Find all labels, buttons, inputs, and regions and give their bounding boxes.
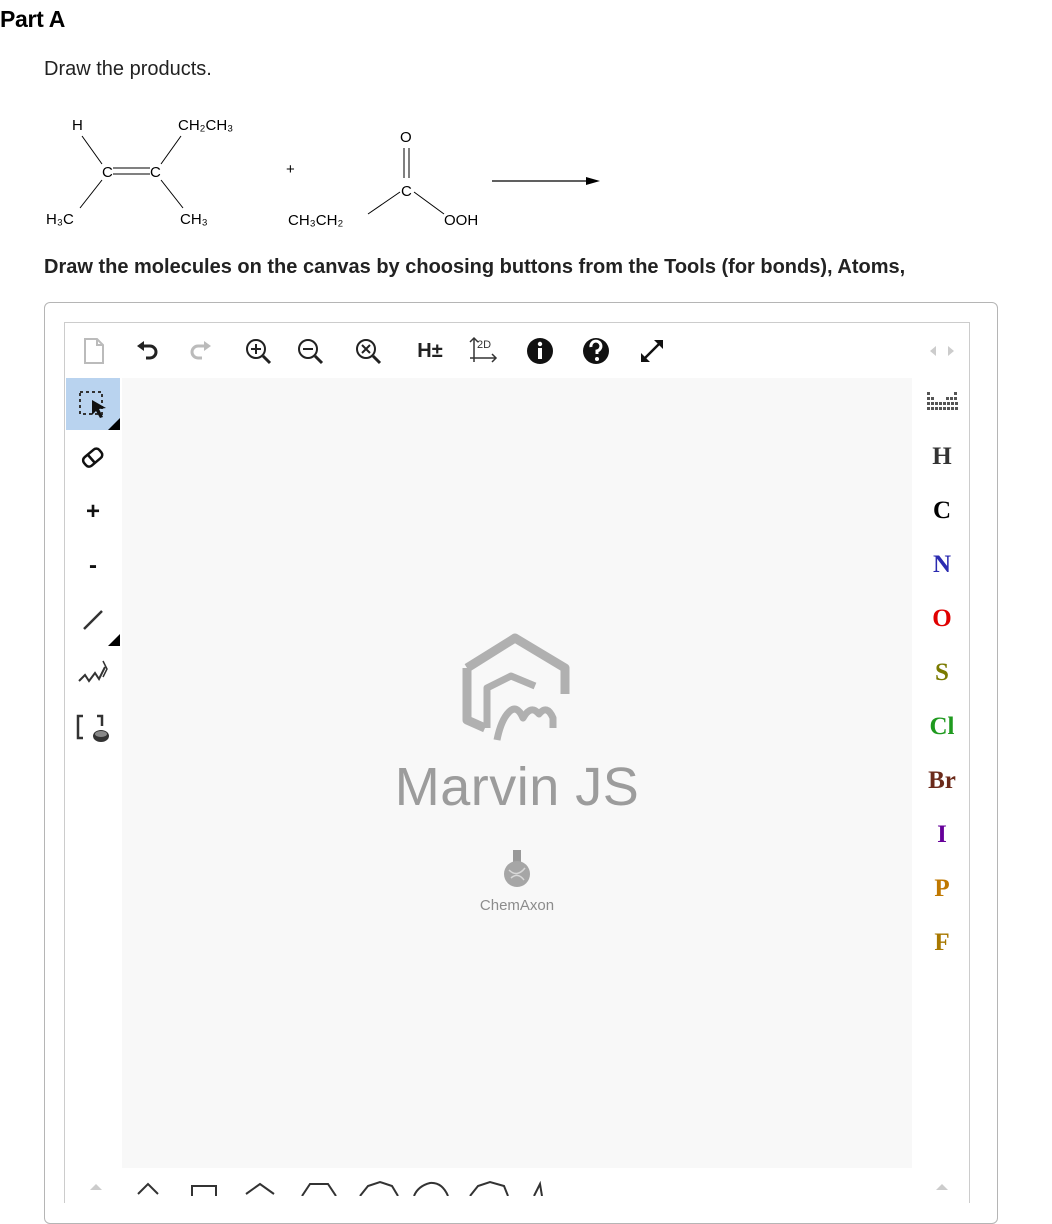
redo-icon xyxy=(190,341,211,360)
marvin-watermark: Marvin JS ChemAxon xyxy=(122,378,912,1168)
cyclooctane-icon xyxy=(469,1180,509,1196)
zoom-in-icon xyxy=(246,339,272,365)
cyclohexane-icon xyxy=(301,1183,337,1196)
acid-c: C xyxy=(401,183,412,200)
atom-button-h[interactable]: H xyxy=(914,430,970,484)
clean-2d-icon: 2D xyxy=(469,336,498,363)
rectangle-select-icon xyxy=(79,391,106,418)
cyclopropane-icon xyxy=(137,1182,159,1195)
cyclobutane-icon xyxy=(191,1185,217,1196)
zoom-reset-icon xyxy=(356,339,382,365)
undo-button[interactable] xyxy=(128,328,168,374)
periodic-table-button[interactable] xyxy=(914,380,970,420)
zoom-out-button[interactable] xyxy=(290,328,330,374)
charge-plus-label: + xyxy=(85,498,100,525)
bracket-icon xyxy=(76,714,109,742)
scroll-left-icon xyxy=(90,1184,102,1190)
select-tool-button[interactable] xyxy=(66,378,120,430)
alkene-h3c: H₃C xyxy=(46,211,74,228)
fullscreen-button[interactable] xyxy=(632,328,672,374)
atom-button-p[interactable]: P xyxy=(914,862,970,916)
charge-minus-label: - xyxy=(89,552,97,579)
naphthalene-icon xyxy=(533,1180,543,1196)
undo-icon xyxy=(137,341,158,360)
hydrogen-toggle-label: H± xyxy=(417,339,443,362)
instructions: Draw the molecules on the canvas by choo… xyxy=(44,256,906,278)
hydrogen-toggle-button[interactable]: H± xyxy=(410,328,450,374)
new-document-icon xyxy=(84,338,104,364)
cyclopentane-icon xyxy=(245,1182,275,1195)
charge-plus-button[interactable]: + xyxy=(66,486,120,538)
alkene-h: H xyxy=(72,117,83,134)
submenu-indicator-icon xyxy=(108,634,120,646)
acid-ch3ch2: CH₃CH₂ xyxy=(288,212,343,229)
atom-button-i[interactable]: I xyxy=(914,808,970,862)
atom-button-n[interactable]: N xyxy=(914,538,970,592)
alkene-c-left: C xyxy=(102,164,113,181)
scroll-right-icon xyxy=(936,1184,948,1190)
zoom-in-button[interactable] xyxy=(238,328,278,374)
clean-2d-button[interactable]: 2D xyxy=(464,328,504,374)
chemaxon-flask-icon xyxy=(504,850,530,887)
eraser-icon xyxy=(81,447,104,468)
drawing-canvas[interactable]: Marvin JS ChemAxon xyxy=(122,378,912,1168)
submenu-indicator-icon xyxy=(108,418,120,430)
charge-minus-button[interactable]: - xyxy=(66,540,120,592)
top-toolbar: H± 2D xyxy=(66,328,966,374)
atom-button-cl[interactable]: Cl xyxy=(914,700,970,754)
cycloheptane-icon xyxy=(413,1181,449,1196)
single-bond-button[interactable] xyxy=(66,594,120,646)
watermark-title: Marvin JS xyxy=(394,757,640,817)
atom-button-f[interactable]: F xyxy=(914,916,970,970)
svg-text:2D: 2D xyxy=(477,339,491,351)
question-prompt: Draw the products. xyxy=(44,58,212,80)
alkene-ch2ch3: CH₂CH₃ xyxy=(178,117,233,134)
chain-icon xyxy=(78,660,108,683)
bottom-template-toolbar xyxy=(90,1180,948,1196)
new-document-button[interactable] xyxy=(74,328,114,374)
bracket-tool-button[interactable] xyxy=(66,702,120,754)
alkene-c-right: C xyxy=(150,164,161,181)
fullscreen-icon xyxy=(641,340,663,362)
redo-button[interactable] xyxy=(180,328,220,374)
zoom-out-icon xyxy=(298,339,324,365)
watermark-company: ChemAxon xyxy=(479,897,555,914)
atom-button-o[interactable]: O xyxy=(914,592,970,646)
left-toolbar: + - xyxy=(66,378,120,758)
chain-tool-button[interactable] xyxy=(66,648,120,700)
alkene-ch3: CH₃ xyxy=(180,211,208,228)
zoom-reset-button[interactable] xyxy=(348,328,388,374)
atom-button-br[interactable]: Br xyxy=(914,754,970,808)
help-button[interactable] xyxy=(576,328,616,374)
single-bond-icon xyxy=(83,610,103,630)
part-title: Part A xyxy=(0,6,66,32)
info-button[interactable] xyxy=(520,328,560,374)
acid-ooh: OOH xyxy=(444,212,478,229)
info-icon xyxy=(527,338,553,364)
reaction-scheme: H CH₂CH₃ C C H₃C CH₃ + O C CH₃CH₂ OOH xyxy=(46,117,600,229)
erase-tool-button[interactable] xyxy=(66,432,120,484)
atom-button-s[interactable]: S xyxy=(914,646,970,700)
help-icon xyxy=(583,338,609,364)
marvin-logo-icon xyxy=(462,633,570,741)
periodic-table-icon xyxy=(927,392,958,410)
atom-toolbar: H C N O S Cl Br I P F xyxy=(914,340,970,960)
reaction-plus: + xyxy=(286,161,295,178)
atom-button-c[interactable]: C xyxy=(914,484,970,538)
acid-o: O xyxy=(400,129,412,146)
benzene-icon xyxy=(359,1180,399,1196)
